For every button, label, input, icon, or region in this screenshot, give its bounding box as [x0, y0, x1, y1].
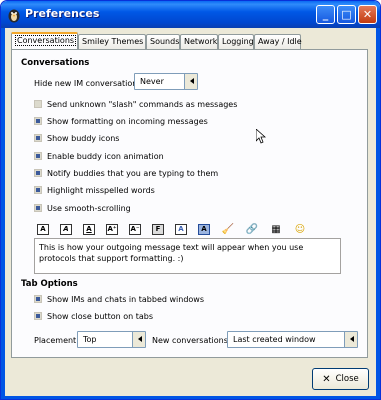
italic-icon[interactable]: A — [60, 224, 72, 235]
option-label: Send unknown "slash" commands as message… — [47, 99, 238, 109]
option-smooth-scrolling[interactable]: Use smooth-scrolling — [34, 202, 131, 214]
option-label: Highlight misspelled words — [47, 185, 155, 195]
tab-away-idle[interactable]: Away / Idle — [254, 34, 302, 49]
bold-icon[interactable]: A — [37, 224, 49, 235]
checkbox[interactable] — [34, 117, 42, 125]
hide-im-select[interactable]: Never — [134, 73, 198, 90]
format-toolbar: A A A A⁺ A⁻ F A A 🧹 🔗 ▦ ☺ — [37, 222, 343, 237]
new-conv-label-row: New conversations: — [152, 334, 231, 346]
placement-label: Placement: — [34, 335, 79, 345]
tab-network[interactable]: Network — [180, 34, 218, 49]
minimize-button[interactable]: _ — [316, 5, 335, 24]
new-conversations-select-value: Last created window — [233, 335, 316, 344]
option-icon-animation[interactable]: Enable buddy icon animation — [34, 150, 164, 162]
formatting-preview[interactable]: This is how your outgoing message text w… — [34, 238, 341, 274]
conversations-section-title: Conversations — [21, 58, 90, 68]
checkbox[interactable] — [34, 134, 42, 142]
hide-im-select-value: Never — [140, 77, 164, 86]
option-label: Notify buddies that you are typing to th… — [47, 168, 219, 178]
background-color-icon[interactable]: A — [198, 224, 210, 235]
close-button[interactable]: ✕ Close — [312, 368, 369, 390]
title-bar[interactable]: Preferences _ □ ✕ — [1, 1, 380, 28]
checkbox[interactable] — [34, 169, 42, 177]
maximize-button[interactable]: □ — [337, 5, 356, 24]
tab-network-label: Network — [184, 37, 218, 46]
close-icon: ✕ — [322, 373, 331, 385]
font-face-icon[interactable]: F — [152, 224, 164, 235]
tab-conversations-label: Conversations — [15, 35, 77, 46]
option-notify-typing[interactable]: Notify buddies that you are typing to th… — [34, 167, 218, 179]
tab-options-section-title: Tab Options — [21, 279, 78, 289]
preferences-window: Preferences _ □ ✕ Conversations Smiley T… — [0, 0, 381, 400]
tab-logging-label: Logging — [222, 37, 254, 46]
tab-conversations[interactable]: Conversations — [11, 32, 78, 49]
option-label: Show close button on tabs — [47, 311, 153, 321]
tab-sounds-label: Sounds — [150, 37, 180, 46]
placement-select-value: Top — [83, 335, 97, 344]
tab-away-idle-label: Away / Idle — [258, 37, 302, 46]
tab-sounds[interactable]: Sounds — [146, 34, 180, 49]
clear-formatting-icon[interactable]: 🧹 — [221, 224, 235, 236]
window-title: Preferences — [25, 7, 100, 20]
option-tabbed-windows[interactable]: Show IMs and chats in tabbed windows — [34, 293, 204, 305]
placement-select[interactable]: Top — [77, 331, 146, 348]
option-label: Show buddy icons — [47, 133, 120, 143]
tab-logging[interactable]: Logging — [218, 34, 254, 49]
new-conversations-select[interactable]: Last created window — [227, 331, 358, 348]
tab-smiley-themes[interactable]: Smiley Themes — [78, 34, 146, 49]
checkbox[interactable] — [34, 295, 42, 303]
new-conversations-label: New conversations: — [152, 335, 231, 345]
insert-link-icon[interactable]: 🔗 — [245, 224, 259, 236]
option-close-button[interactable]: Show close button on tabs — [34, 310, 153, 322]
decrease-font-icon[interactable]: A⁻ — [129, 224, 141, 235]
hide-im-label: Hide new IM conversations — [34, 78, 142, 88]
hide-im-label-row: Hide new IM conversations — [34, 77, 142, 89]
option-label: Enable buddy icon animation — [47, 151, 164, 161]
close-window-button[interactable]: ✕ — [358, 5, 377, 24]
checkbox[interactable] — [34, 204, 42, 212]
option-label: Use smooth-scrolling — [47, 203, 131, 213]
checkbox[interactable] — [34, 152, 42, 160]
pidgin-app-icon — [8, 9, 20, 23]
insert-smiley-icon[interactable]: ☺ — [293, 224, 307, 236]
option-buddy-icons[interactable]: Show buddy icons — [34, 132, 119, 144]
mouse-pointer-icon — [256, 129, 266, 144]
option-label: Show formatting on incoming messages — [47, 116, 208, 126]
increase-font-icon[interactable]: A⁺ — [106, 224, 118, 235]
checkbox[interactable] — [34, 312, 42, 320]
close-button-label: Close — [335, 374, 359, 384]
tab-smiley-themes-label: Smiley Themes — [82, 37, 144, 46]
placement-label-row: Placement: — [34, 334, 79, 346]
option-misspelled[interactable]: Highlight misspelled words — [34, 184, 155, 196]
chevron-left-icon — [132, 332, 145, 347]
option-slash-commands[interactable]: Send unknown "slash" commands as message… — [34, 98, 237, 110]
option-label: Show IMs and chats in tabbed windows — [47, 294, 205, 304]
checkbox[interactable] — [34, 100, 42, 108]
chevron-left-icon — [344, 332, 357, 347]
insert-image-icon[interactable]: ▦ — [269, 224, 283, 236]
underline-icon[interactable]: A — [83, 224, 95, 235]
chevron-left-icon — [184, 74, 197, 89]
foreground-color-icon[interactable]: A — [175, 224, 187, 235]
option-show-formatting[interactable]: Show formatting on incoming messages — [34, 115, 208, 127]
checkbox[interactable] — [34, 186, 42, 194]
